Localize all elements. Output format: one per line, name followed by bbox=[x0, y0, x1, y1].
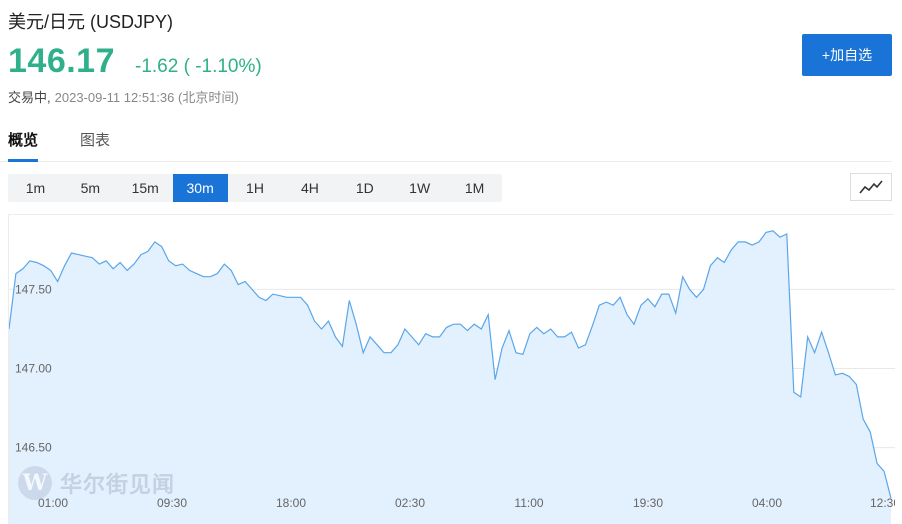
x-tick-label: 02:30 bbox=[395, 496, 425, 510]
timestamp: 2023-09-11 12:51:36 (北京时间) bbox=[54, 90, 239, 105]
interval-4h[interactable]: 4H bbox=[282, 174, 337, 202]
y-tick-label: 147.50 bbox=[15, 282, 52, 296]
interval-1h[interactable]: 1H bbox=[228, 174, 283, 202]
tab-chart[interactable]: 图表 bbox=[80, 129, 110, 162]
x-tick-label: 12:30 bbox=[870, 496, 895, 510]
watermark-logo: W bbox=[18, 466, 52, 500]
line-chart-icon bbox=[859, 180, 883, 194]
interval-5m[interactable]: 5m bbox=[63, 174, 118, 202]
x-tick-label: 19:30 bbox=[633, 496, 663, 510]
x-tick-label: 18:00 bbox=[276, 496, 306, 510]
chart-type-button[interactable] bbox=[850, 173, 892, 201]
y-tick-label: 147.00 bbox=[15, 362, 52, 376]
price-change: -1.62 ( -1.10%) bbox=[135, 56, 262, 77]
interval-1mo[interactable]: 1M bbox=[447, 174, 502, 202]
interval-1w[interactable]: 1W bbox=[392, 174, 447, 202]
price-row: 146.17 -1.62 ( -1.10%) bbox=[8, 42, 262, 81]
x-tick-label: 04:00 bbox=[752, 496, 782, 510]
interval-selector: 1m 5m 15m 30m 1H 4H 1D 1W 1M bbox=[8, 174, 502, 202]
interval-1d[interactable]: 1D bbox=[337, 174, 392, 202]
interval-30m[interactable]: 30m bbox=[172, 174, 228, 202]
status-label: 交易中, bbox=[8, 90, 51, 105]
current-price: 146.17 bbox=[8, 42, 115, 80]
watermark: W 华尔街见闻 bbox=[18, 466, 175, 500]
y-tick-label: 146.50 bbox=[15, 441, 52, 455]
watermark-text: 华尔街见闻 bbox=[60, 472, 176, 498]
interval-15m[interactable]: 15m bbox=[118, 174, 173, 202]
tab-overview[interactable]: 概览 bbox=[8, 129, 39, 162]
add-to-watchlist-button[interactable]: +加自选 bbox=[802, 34, 892, 76]
x-tick-label: 11:00 bbox=[514, 496, 543, 510]
page-tabs: 概览 图表 bbox=[0, 122, 892, 162]
instrument-title: 美元/日元 (USDJPY) bbox=[8, 12, 174, 32]
trading-status: 交易中, 2023-09-11 12:51:36 (北京时间) bbox=[8, 87, 239, 106]
interval-1m[interactable]: 1m bbox=[8, 174, 63, 202]
